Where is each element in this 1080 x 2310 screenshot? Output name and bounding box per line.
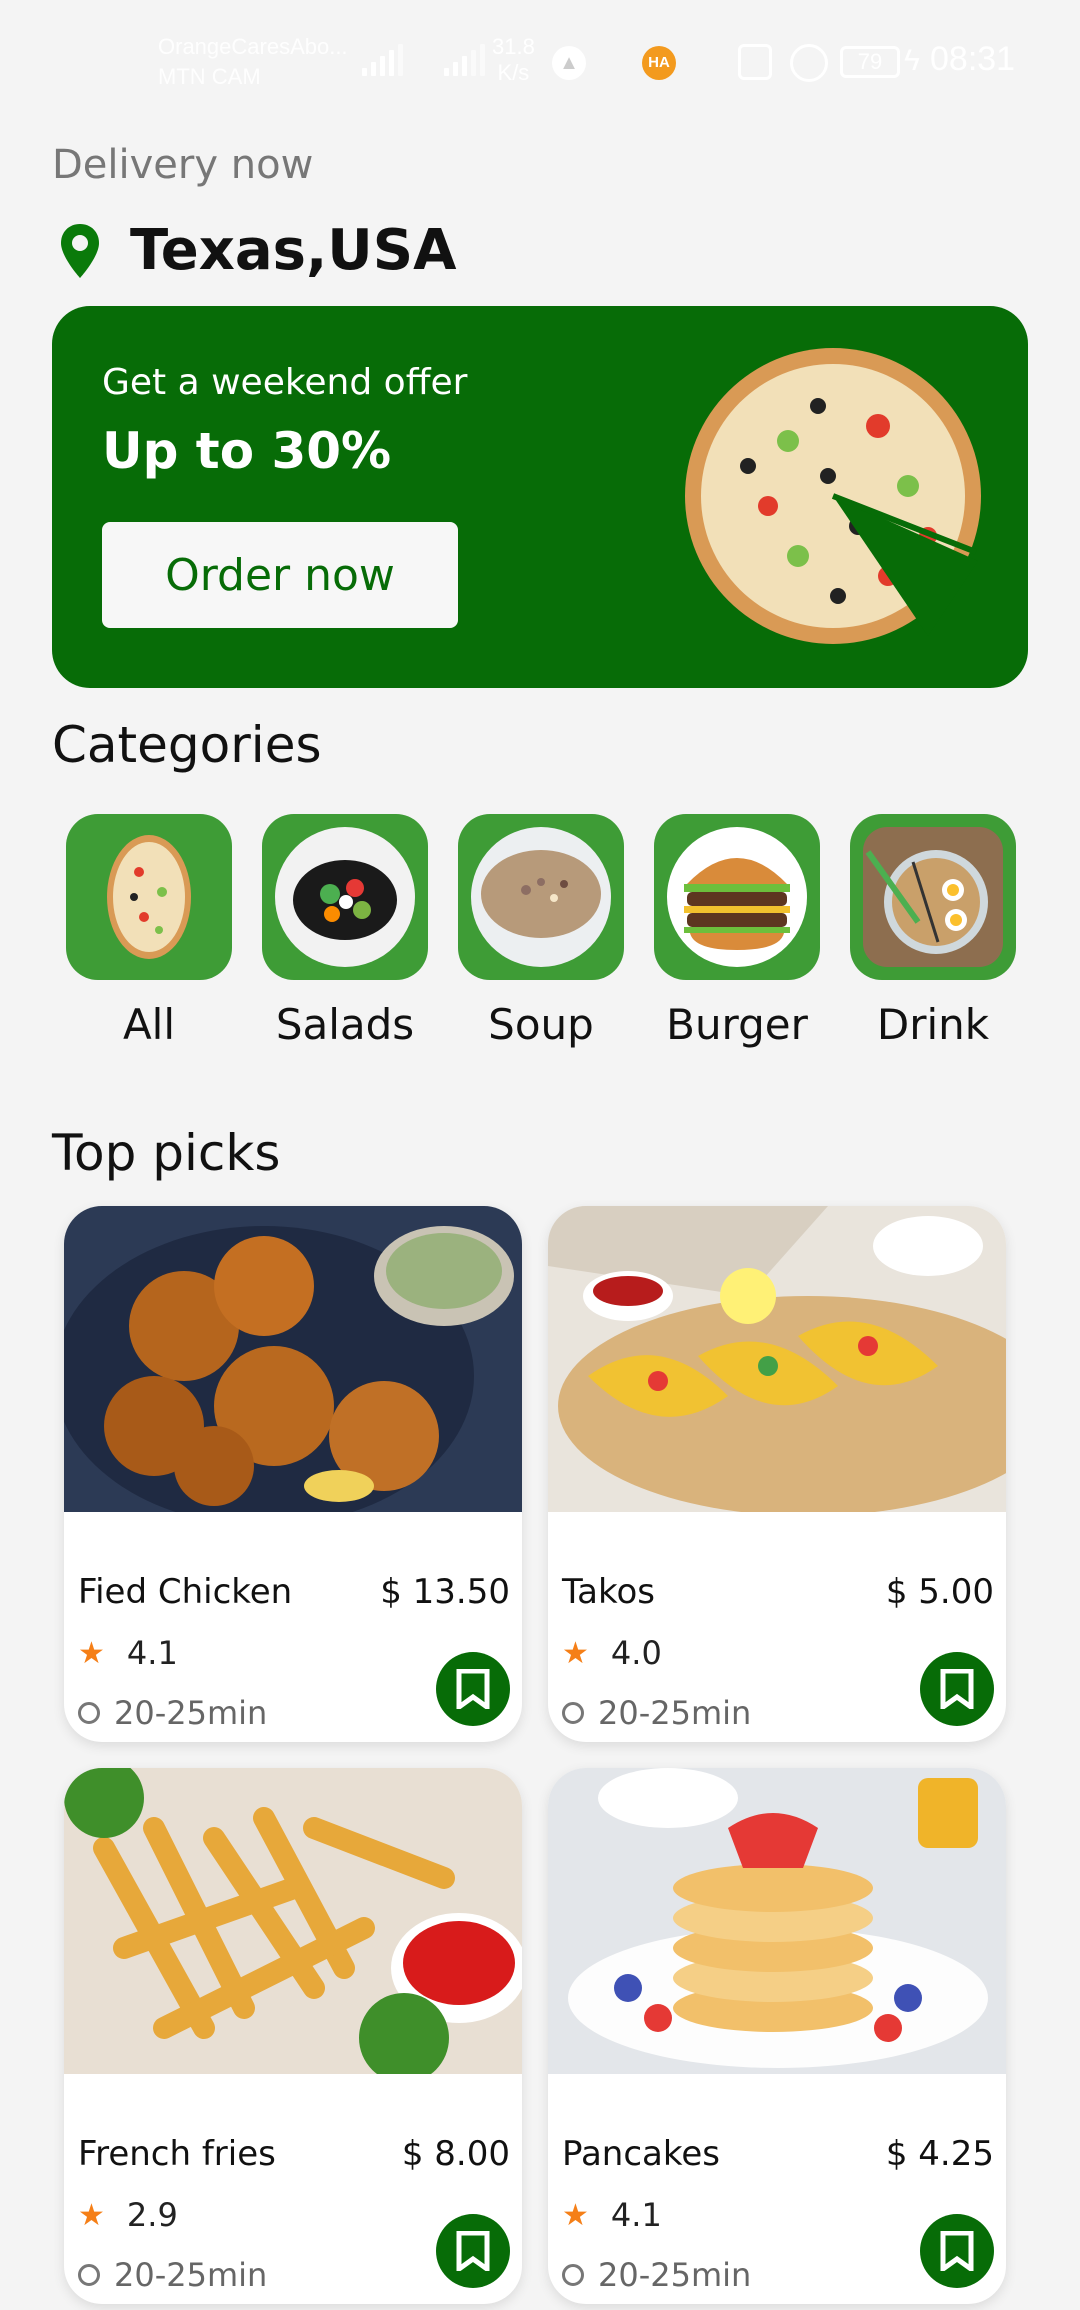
clock-icon bbox=[562, 1702, 584, 1724]
category-all[interactable]: All bbox=[66, 814, 232, 1049]
rating-value: 4.0 bbox=[610, 1634, 662, 1672]
food-price: $ 4.25 bbox=[885, 2134, 994, 2174]
food-rating: ★ 4.1 bbox=[78, 1634, 178, 1672]
banner-subtitle: Get a weekend offer bbox=[102, 362, 468, 403]
ha-badge: HA bbox=[642, 46, 676, 80]
speedometer-icon bbox=[790, 44, 828, 82]
pizza-image bbox=[685, 348, 981, 644]
star-icon: ★ bbox=[562, 1635, 589, 1671]
food-name: French fries bbox=[78, 2134, 276, 2174]
clock-icon bbox=[562, 2264, 584, 2286]
category-label: All bbox=[122, 1000, 176, 1049]
battery-level: 79 bbox=[857, 49, 883, 74]
carrier-line-1: OrangeCaresAbo... bbox=[158, 34, 348, 59]
category-label: Soup bbox=[488, 1000, 594, 1049]
categories-title: Categories bbox=[52, 716, 322, 774]
delivery-label: Delivery now bbox=[52, 142, 314, 188]
bookmark-button[interactable] bbox=[436, 1652, 510, 1726]
soup-category-image bbox=[471, 827, 611, 967]
clock-icon bbox=[78, 2264, 100, 2286]
delivery-time: 20-25min bbox=[562, 2256, 751, 2294]
location-name: Texas,USA bbox=[130, 218, 457, 283]
signal-icon-2 bbox=[444, 44, 485, 76]
location-pin-icon bbox=[61, 223, 99, 278]
time-value: 20-25min bbox=[598, 1694, 752, 1732]
delivery-time: 20-25min bbox=[78, 2256, 267, 2294]
time-value: 20-25min bbox=[598, 2256, 752, 2294]
bookmark-button[interactable] bbox=[920, 2214, 994, 2288]
clock: 08:31 bbox=[930, 40, 1016, 78]
category-label: Burger bbox=[666, 1000, 808, 1049]
pancakes-image bbox=[548, 1768, 1006, 2074]
network-speed: 31.8 K/s bbox=[492, 34, 535, 86]
category-drink[interactable]: Drink bbox=[850, 814, 1016, 1049]
category-tile bbox=[458, 814, 624, 980]
speed-value: 31.8 bbox=[492, 34, 535, 59]
speed-unit: K/s bbox=[497, 60, 530, 85]
food-name: Pancakes bbox=[562, 2134, 720, 2174]
salad-category-image bbox=[275, 827, 415, 967]
food-rating: ★ 4.1 bbox=[562, 2196, 662, 2234]
rating-value: 4.1 bbox=[126, 1634, 178, 1672]
food-card[interactable]: French fries $ 8.00 ★ 2.9 20-25min bbox=[64, 1768, 522, 2304]
food-price: $ 8.00 bbox=[401, 2134, 510, 2174]
food-card[interactable]: Takos $ 5.00 ★ 4.0 20-25min bbox=[548, 1206, 1006, 1742]
carrier-info: OrangeCaresAbo... MTN CAM bbox=[158, 32, 348, 92]
rating-value: 2.9 bbox=[126, 2196, 178, 2234]
tacos-image bbox=[548, 1206, 1006, 1512]
promo-banner[interactable]: Get a weekend offer Up to 30% Order now bbox=[52, 306, 1028, 688]
star-icon: ★ bbox=[78, 2197, 105, 2233]
food-name: Takos bbox=[562, 1572, 655, 1612]
french-fries-image bbox=[64, 1768, 522, 2074]
time-value: 20-25min bbox=[114, 1694, 268, 1732]
food-price: $ 13.50 bbox=[380, 1572, 510, 1612]
category-tile bbox=[262, 814, 428, 980]
drink-category-image bbox=[863, 827, 1003, 967]
burger-category-image bbox=[667, 827, 807, 967]
food-card[interactable]: Fied Chicken $ 13.50 ★ 4.1 20-25min bbox=[64, 1206, 522, 1742]
star-icon: ★ bbox=[78, 1635, 105, 1671]
pizza-category-image bbox=[107, 835, 191, 959]
category-tile bbox=[66, 814, 232, 980]
signal-icon bbox=[362, 44, 403, 76]
battery-icon: 79 bbox=[840, 46, 900, 78]
category-label: Drink bbox=[876, 1000, 990, 1049]
bookmark-icon bbox=[940, 2231, 974, 2271]
top-picks-title: Top picks bbox=[52, 1124, 281, 1182]
status-bar: OrangeCaresAbo... MTN CAM 31.8 K/s ▲ HA … bbox=[0, 0, 1080, 120]
bookmark-icon bbox=[456, 1669, 490, 1709]
star-icon: ★ bbox=[562, 2197, 589, 2233]
carrier-line-2: MTN CAM bbox=[158, 64, 261, 89]
category-tile bbox=[850, 814, 1016, 980]
food-rating: ★ 2.9 bbox=[78, 2196, 178, 2234]
category-label: Salads bbox=[275, 1000, 415, 1049]
food-rating: ★ 4.0 bbox=[562, 1634, 662, 1672]
order-now-button[interactable]: Order now bbox=[102, 522, 458, 628]
clock-icon bbox=[78, 1702, 100, 1724]
category-burger[interactable]: Burger bbox=[654, 814, 820, 1049]
bookmark-button[interactable] bbox=[436, 2214, 510, 2288]
time-value: 20-25min bbox=[114, 2256, 268, 2294]
delivery-time: 20-25min bbox=[78, 1694, 267, 1732]
food-name: Fied Chicken bbox=[78, 1572, 293, 1612]
bookmark-icon bbox=[940, 1669, 974, 1709]
vibrate-icon bbox=[738, 44, 772, 80]
category-soup[interactable]: Soup bbox=[458, 814, 624, 1049]
category-salads[interactable]: Salads bbox=[262, 814, 428, 1049]
rating-value: 4.1 bbox=[610, 2196, 662, 2234]
navigation-icon: ▲ bbox=[552, 46, 586, 80]
category-tile bbox=[654, 814, 820, 980]
delivery-time: 20-25min bbox=[562, 1694, 751, 1732]
food-price: $ 5.00 bbox=[885, 1572, 994, 1612]
food-card[interactable]: Pancakes $ 4.25 ★ 4.1 20-25min bbox=[548, 1768, 1006, 2304]
fried-chicken-image bbox=[64, 1206, 522, 1512]
bookmark-icon bbox=[456, 2231, 490, 2271]
charging-icon: ϟ bbox=[904, 44, 920, 77]
location-selector[interactable]: Texas,USA bbox=[58, 218, 456, 283]
categories-list: All Salads Soup Burger Drink bbox=[66, 814, 1016, 1049]
bookmark-button[interactable] bbox=[920, 1652, 994, 1726]
banner-headline: Up to 30% bbox=[102, 422, 392, 480]
